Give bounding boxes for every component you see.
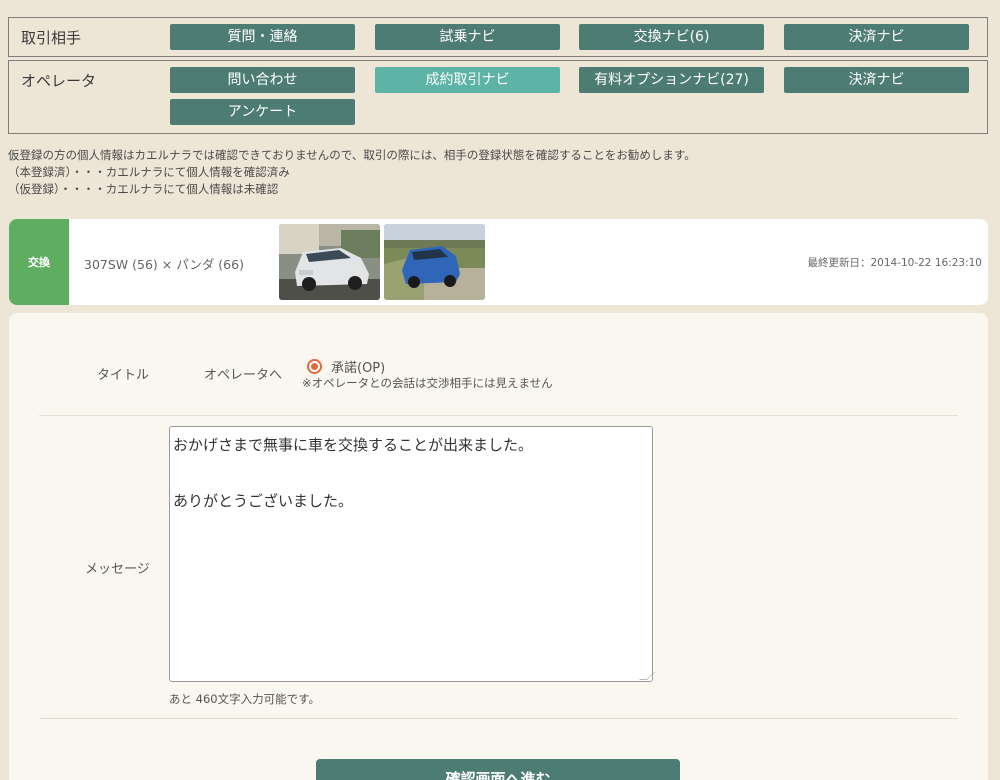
operator-paid-option-button[interactable]: 有料オプションナビ(27) xyxy=(579,67,764,93)
car-photo-blue-hatchback xyxy=(384,224,485,300)
message-textarea[interactable]: おかげさまで無事に車を交換することが出来ました。 ありがとうございました。 xyxy=(169,426,653,682)
partner-question-contact-button[interactable]: 質問・連絡 xyxy=(170,24,355,50)
notice-line-1: 仮登録の方の個人情報はカエルナラでは確認できておりませんので、取引の際には、相手… xyxy=(8,148,696,162)
title-label: タイトル xyxy=(97,368,150,383)
trade-name: 307SW (56) × パンダ (66) xyxy=(84,257,244,272)
to-operator-label: オペレータへ xyxy=(204,368,283,383)
form-divider-top xyxy=(39,415,958,416)
operator-payment-button[interactable]: 決済ナビ xyxy=(784,67,969,93)
message-form: タイトル オペレータへ 承諾(OP) ※オペレータとの会話は交渉相手には見えませ… xyxy=(9,313,988,780)
notice-line-2: （本登録済）・・・カエルナラにて個人情報を確認済み xyxy=(8,165,290,179)
partner-exchange-button[interactable]: 交換ナビ(6) xyxy=(579,24,764,50)
trade-type-badge: 交換 xyxy=(9,219,69,305)
partner-test-drive-button[interactable]: 試乗ナビ xyxy=(375,24,560,50)
operator-survey-button[interactable]: アンケート xyxy=(170,99,355,125)
operator-row-label: オペレータ xyxy=(21,72,97,90)
operator-visibility-note: ※オペレータとの会話は交渉相手には見えません xyxy=(302,376,553,390)
radio-selected-icon[interactable] xyxy=(307,359,322,374)
registration-notice: 仮登録の方の個人情報はカエルナラでは確認できておりませんので、取引の際には、相手… xyxy=(8,147,696,198)
message-label: メッセージ xyxy=(85,562,150,577)
remaining-characters: あと 460文字入力可能です。 xyxy=(169,692,320,706)
form-divider-bottom xyxy=(39,718,958,719)
car-thumbnail-panda[interactable] xyxy=(384,224,485,300)
operator-nav-row: オペレータ 問い合わせ 成約取引ナビ 有料オプションナビ(27) 決済ナビ アン… xyxy=(8,60,988,134)
operator-inquiry-button[interactable]: 問い合わせ xyxy=(170,67,355,93)
car-photo-silver-wagon xyxy=(279,224,380,300)
partner-nav-row: 取引相手 質問・連絡 試乗ナビ 交換ナビ(6) 決済ナビ xyxy=(8,17,988,57)
trade-card: 交換 307SW (56) × パンダ (66) 最終更新日：2014-10-2… xyxy=(9,219,988,305)
car-thumbnail-307sw[interactable] xyxy=(279,224,380,300)
confirm-button[interactable]: 確認画面へ進む xyxy=(316,759,680,780)
notice-line-3: （仮登録）・・・・カエルナラにて個人情報は未確認 xyxy=(8,182,279,196)
last-updated: 最終更新日：2014-10-22 16:23:10 xyxy=(807,257,982,269)
operator-contract-nav-button[interactable]: 成約取引ナビ xyxy=(375,67,560,93)
accept-op-label: 承諾(OP) xyxy=(331,361,386,376)
partner-row-label: 取引相手 xyxy=(21,29,82,47)
partner-payment-button[interactable]: 決済ナビ xyxy=(784,24,969,50)
